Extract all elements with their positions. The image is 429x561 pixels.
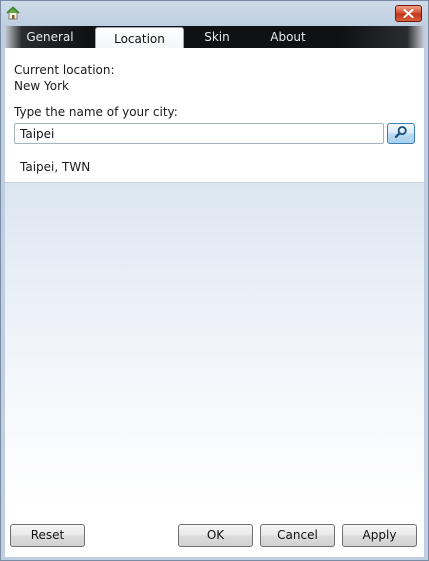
cancel-button[interactable]: Cancel	[260, 524, 335, 547]
reset-button[interactable]: Reset	[10, 524, 85, 547]
current-location-value: New York	[14, 79, 69, 93]
tab-about[interactable]: About	[255, 26, 321, 48]
close-icon	[403, 7, 414, 21]
search-button[interactable]	[387, 123, 415, 144]
button-bar: Reset OK Cancel Apply	[5, 509, 424, 557]
current-location-label: Current location:	[14, 63, 115, 77]
close-button[interactable]	[395, 5, 422, 22]
tab-strip: General Location Skin About	[5, 26, 424, 48]
city-search	[14, 123, 419, 144]
tab-general[interactable]: General	[7, 26, 93, 48]
apply-button[interactable]: Apply	[342, 524, 417, 547]
home-icon	[5, 5, 21, 21]
city-search-input[interactable]	[14, 123, 384, 144]
search-result-item[interactable]: Taipei, TWN	[20, 160, 90, 174]
location-panel: Current location: New York Type the name…	[5, 48, 424, 183]
city-prompt-label: Type the name of your city:	[14, 105, 178, 119]
ok-button[interactable]: OK	[178, 524, 253, 547]
tab-location[interactable]: Location	[95, 27, 184, 48]
settings-window: General Location Skin About Current loca…	[0, 0, 429, 561]
title-bar[interactable]	[1, 1, 428, 25]
empty-content-area	[5, 183, 424, 509]
search-icon	[394, 125, 408, 142]
tab-skin[interactable]: Skin	[189, 26, 245, 48]
